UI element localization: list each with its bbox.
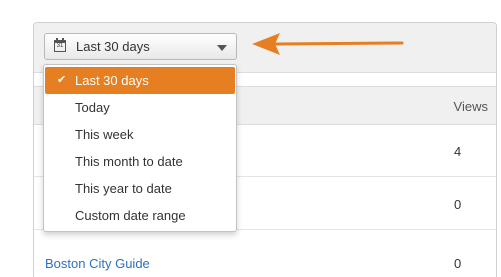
menu-item-today[interactable]: Today xyxy=(45,94,235,121)
menu-item-label: Today xyxy=(75,100,110,115)
calendar-icon: 31 xyxy=(54,38,66,52)
menu-item-label: Custom date range xyxy=(75,208,186,223)
date-range-picker[interactable]: 31 Last 30 days xyxy=(44,33,237,60)
date-range-dropdown-menu: ✔ Last 30 days Today This week This mont… xyxy=(43,64,237,232)
date-range-label: Last 30 days xyxy=(76,39,150,54)
menu-item-last-30-days[interactable]: ✔ Last 30 days xyxy=(45,67,235,94)
row-views: 4 xyxy=(454,144,462,159)
menu-item-label: Last 30 days xyxy=(75,73,149,88)
menu-item-label: This year to date xyxy=(75,181,172,196)
check-icon: ✔ xyxy=(57,74,67,86)
arrow-icon xyxy=(252,33,404,55)
menu-item-this-year-to-date[interactable]: This year to date xyxy=(45,175,235,202)
row-views: 0 xyxy=(454,197,462,212)
chevron-down-icon xyxy=(217,45,227,51)
menu-item-this-week[interactable]: This week xyxy=(45,121,235,148)
column-header-views[interactable]: Views xyxy=(454,99,488,114)
menu-item-this-month-to-date[interactable]: This month to date xyxy=(45,148,235,175)
menu-item-label: This week xyxy=(75,127,134,142)
menu-item-custom-date-range[interactable]: Custom date range xyxy=(45,202,235,229)
menu-item-label: This month to date xyxy=(75,154,183,169)
row-name-link[interactable]: Boston City Guide xyxy=(45,256,150,271)
row-views: 0 xyxy=(454,256,462,271)
table-row: Boston City Guide 0 xyxy=(34,230,496,277)
